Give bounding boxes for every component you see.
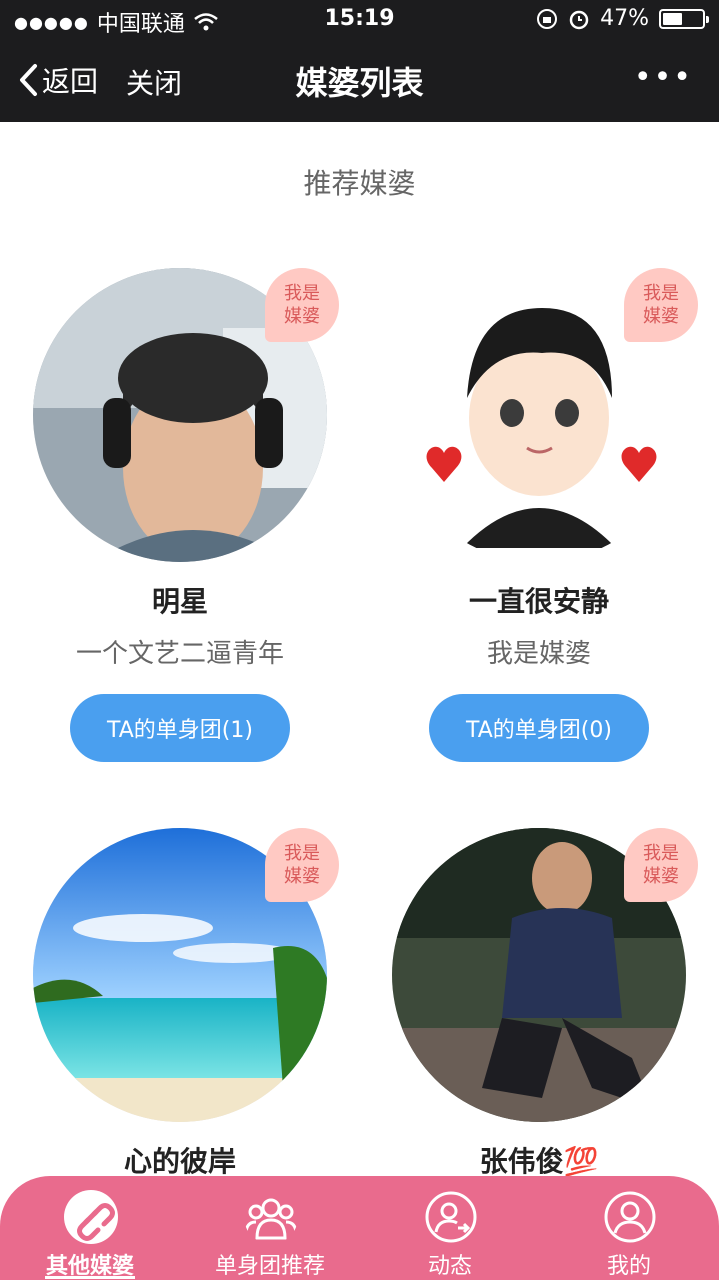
avatar-container[interactable]: 我是 媒婆: [33, 268, 339, 562]
battery-icon: [659, 8, 709, 29]
status-bar: ●●●●● 中国联通 15:19 47%: [0, 0, 719, 40]
matchmaker-tag: 我是 媒婆: [624, 268, 698, 342]
avatar-container[interactable]: 我是 媒婆: [392, 828, 698, 1122]
tab-single-group-recommend[interactable]: 单身团推荐: [180, 1176, 360, 1280]
matchmaker-tag: 我是 媒婆: [624, 828, 698, 902]
top-bar: ●●●●● 中国联通 15:19 47% 返回 关闭 媒婆列表 •••: [0, 0, 719, 122]
matchmaker-name: 一直很安静: [468, 585, 609, 618]
matchmaker-tag: 我是 媒婆: [265, 268, 339, 342]
avatar-container[interactable]: 我是 媒婆: [392, 268, 698, 562]
single-group-button[interactable]: TA的单身团(0): [429, 694, 649, 762]
matchmaker-bio: 我是媒婆: [486, 639, 591, 669]
tab-other-matchmakers[interactable]: 其他媒婆: [0, 1176, 180, 1280]
active-tab-underline: [45, 1276, 135, 1279]
group-icon: [244, 1198, 298, 1240]
matchmaker-bio: 一个文艺二逼青年: [75, 639, 284, 669]
tab-label: 动态: [427, 1254, 472, 1279]
user-icon: [604, 1191, 656, 1243]
rotation-lock-icon: [537, 8, 558, 29]
matchmaker-name: 张伟俊💯: [479, 1145, 599, 1178]
tab-label: 我的: [606, 1254, 651, 1279]
user-arrow-icon: [425, 1191, 477, 1243]
bottom-tab-bar: 其他媒婆 单身团推荐 动态 我的: [0, 1176, 719, 1280]
matchmaker-name: 心的彼岸: [123, 1145, 236, 1178]
section-title: 推荐媒婆: [303, 167, 416, 200]
tab-activity[interactable]: 动态: [360, 1176, 540, 1280]
matchmaker-name: 明星: [151, 585, 208, 618]
page-title: 媒婆列表: [295, 64, 424, 102]
nav-bar: 返回 关闭 媒婆列表 •••: [0, 40, 719, 122]
alarm-icon: [569, 10, 589, 29]
link-icon: [64, 1190, 118, 1244]
more-button[interactable]: •••: [634, 60, 693, 95]
battery-percent: 47%: [600, 6, 649, 31]
avatar-container[interactable]: 我是 媒婆: [33, 828, 339, 1122]
single-group-button[interactable]: TA的单身团(1): [70, 694, 290, 762]
matchmaker-tag: 我是 媒婆: [265, 828, 339, 902]
tab-mine[interactable]: 我的: [539, 1176, 719, 1280]
tab-label: 单身团推荐: [214, 1254, 325, 1279]
